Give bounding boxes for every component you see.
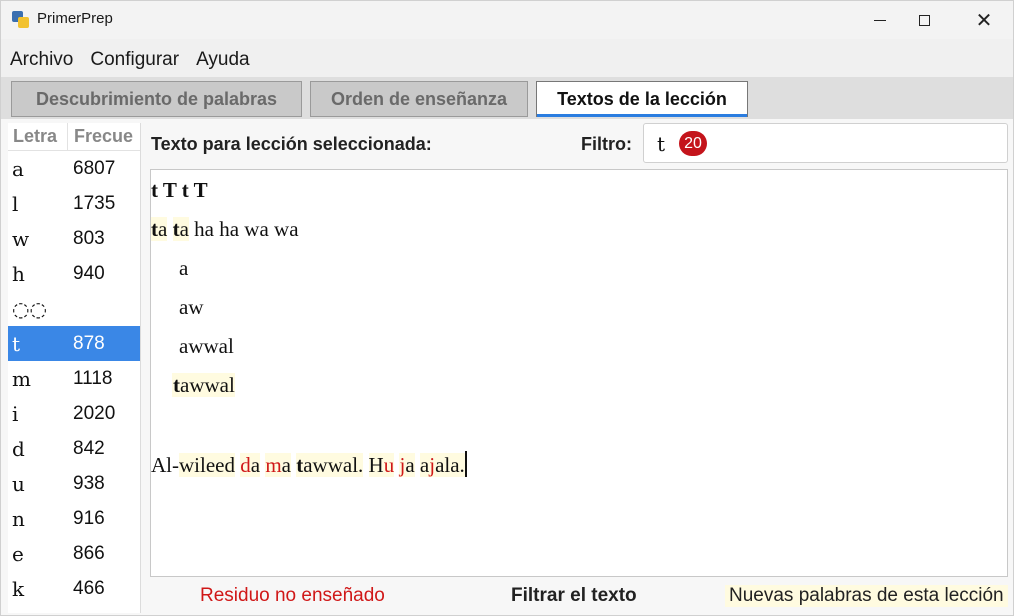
window-title: PrimerPrep <box>37 10 113 27</box>
lesson-text-label: Texto para lección seleccionada: <box>151 134 432 154</box>
close-icon: ✕ <box>975 8 993 32</box>
text-line-content: a <box>179 256 189 280</box>
lesson-texts-panel: Letra Frecue a 6807 l 1735 w 803 h 940 ◌◌ t 878 m 11… <box>1 119 1013 615</box>
frequency-cell: 803 <box>73 227 105 249</box>
letter-cell: k <box>12 576 25 601</box>
text-line: t T t T <box>151 178 208 203</box>
frequency-cell: 866 <box>73 542 105 564</box>
frequency-cell: 1118 <box>73 367 113 389</box>
frequency-cell: 940 <box>73 262 105 284</box>
column-header-frequency[interactable]: Frecue <box>68 123 133 150</box>
text-line: a <box>179 256 188 281</box>
text-caret <box>464 451 467 477</box>
tab-bar: Descubrimiento de palabras Orden de ense… <box>1 77 1013 119</box>
letter-row[interactable]: m 1118 <box>8 361 140 396</box>
frequency-cell: 1735 <box>73 192 116 214</box>
text-line: ta ta ha ha wa wa <box>151 217 299 241</box>
letter-cell: a <box>12 156 24 181</box>
letter-cell: m <box>12 366 31 391</box>
frequency-cell: 6807 <box>73 157 116 179</box>
letter-cell: w <box>12 226 30 251</box>
menu-configurar[interactable]: Configurar <box>81 45 187 75</box>
letter-cell: ◌◌ <box>12 296 47 321</box>
letter-row[interactable]: a 6807 <box>8 151 140 186</box>
letter-cell: d <box>12 436 25 461</box>
filter-text-button[interactable]: Filtrar el texto <box>511 585 637 607</box>
letter-row[interactable]: h 940 <box>8 256 140 291</box>
maximize-button[interactable] <box>901 1 947 39</box>
maximize-icon <box>918 14 930 26</box>
tab-lesson-texts[interactable]: Textos de la lección <box>536 81 748 117</box>
letter-cell: t <box>12 331 21 356</box>
letter-cell: l <box>12 191 19 216</box>
letters-table: Letra Frecue a 6807 l 1735 w 803 h 940 ◌◌ t 878 m 11… <box>8 123 141 613</box>
filter-value: t <box>657 132 666 156</box>
frequency-cell: 466 <box>73 577 105 599</box>
text-line: awwal <box>179 334 234 359</box>
column-header-letter[interactable]: Letra <box>8 123 68 150</box>
letter-row[interactable]: t 878 <box>8 326 140 361</box>
text-line: aw <box>179 295 204 320</box>
text-line: tawwal <box>172 373 235 397</box>
letter-row[interactable]: d 842 <box>8 431 140 466</box>
frequency-cell: 2020 <box>73 402 116 424</box>
text-line-content: awwal <box>179 334 234 358</box>
letter-row[interactable]: ◌◌ <box>8 291 140 326</box>
filter-label: Filtro: <box>581 134 632 154</box>
text-line: Al-wileed da ma tawwal. Hu ja ajala. <box>151 451 467 477</box>
close-button[interactable]: ✕ <box>961 1 1007 39</box>
letter-cell: h <box>12 261 25 286</box>
app-logo-icon <box>12 11 30 28</box>
frequency-cell: 842 <box>73 437 105 459</box>
new-words-legend: Nuevas palabras de esta lección <box>725 585 1008 607</box>
lesson-text-editor[interactable]: t T t T ta ta ha ha wa wa a aw awwal taw… <box>150 169 1008 577</box>
frequency-cell: 878 <box>73 332 105 354</box>
letter-row[interactable]: n 916 <box>8 501 140 536</box>
letter-row[interactable]: k 466 <box>8 571 140 606</box>
text-line-content: t T t T <box>151 178 208 202</box>
letter-row[interactable]: l 1735 <box>8 186 140 221</box>
minimize-icon <box>874 19 886 21</box>
tab-teaching-order[interactable]: Orden de enseñanza <box>310 81 528 117</box>
title-bar: PrimerPrep ✕ <box>1 1 1013 39</box>
letter-row[interactable]: i 2020 <box>8 396 140 431</box>
letter-cell: i <box>12 401 19 426</box>
letter-cell: u <box>12 471 25 496</box>
minimize-button[interactable] <box>857 1 903 39</box>
menu-archivo[interactable]: Archivo <box>1 45 81 75</box>
letter-cell: n <box>12 506 25 531</box>
menu-bar: Archivo Configurar Ayuda <box>1 45 258 75</box>
filter-count-badge: 20 <box>679 131 707 156</box>
app-window: PrimerPrep ✕ Archivo Configurar Ayuda De… <box>0 0 1014 616</box>
letter-cell: e <box>12 541 24 566</box>
tab-word-discovery[interactable]: Descubrimiento de palabras <box>11 81 302 117</box>
letters-table-header: Letra Frecue <box>8 123 140 151</box>
untaught-residue-legend: Residuo no enseñado <box>200 585 385 606</box>
filter-input[interactable]: t 20 <box>643 123 1008 163</box>
frequency-cell: 938 <box>73 472 105 494</box>
menu-ayuda[interactable]: Ayuda <box>187 45 258 75</box>
letter-row[interactable]: w 803 <box>8 221 140 256</box>
letters-table-body: a 6807 l 1735 w 803 h 940 ◌◌ t 878 m 1118 i 2020 d 842 u 9… <box>8 151 140 606</box>
letter-row[interactable]: u 938 <box>8 466 140 501</box>
frequency-cell: 916 <box>73 507 105 529</box>
letter-row[interactable]: e 866 <box>8 536 140 571</box>
text-line-content: aw <box>179 295 204 319</box>
